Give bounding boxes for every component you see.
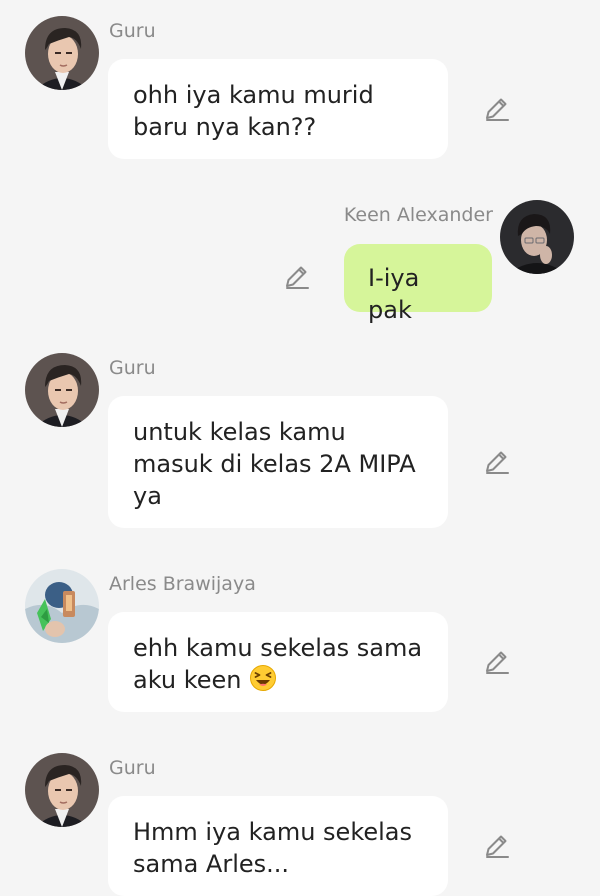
avatar[interactable] [25, 353, 99, 427]
sender-name: Guru [109, 20, 156, 42]
avatar[interactable] [500, 200, 574, 274]
message-text: Hmm iya kamu sekelas sama Arles... [133, 818, 412, 878]
edit-pencil-icon[interactable] [483, 649, 511, 677]
edit-pencil-icon[interactable] [483, 96, 511, 124]
sender-name: Guru [109, 357, 156, 379]
sender-name: Keen Alexander [343, 204, 493, 226]
edit-pencil-icon[interactable] [283, 264, 311, 292]
message-text: ohh iya kamu murid baru nya kan?? [133, 81, 374, 141]
message-text: ehh kamu sekelas sama aku keen [133, 634, 423, 694]
chat-thread: Guru ohh iya kamu murid baru nya kan?? K… [0, 0, 600, 896]
sender-name: Guru [109, 757, 156, 779]
avatar[interactable] [25, 569, 99, 643]
message-bubble[interactable]: untuk kelas kamu masuk di kelas 2A MIPA … [108, 396, 448, 528]
message-text: I-iya pak [368, 264, 420, 324]
message-bubble[interactable]: Hmm iya kamu sekelas sama Arles... [108, 796, 448, 896]
edit-pencil-icon[interactable] [483, 449, 511, 477]
message-bubble[interactable]: I-iya pak [344, 244, 492, 324]
message-bubble[interactable]: ehh kamu sekelas sama aku keen [108, 612, 448, 712]
message-bubble[interactable]: ohh iya kamu murid baru nya kan?? [108, 59, 448, 159]
avatar[interactable] [25, 753, 99, 827]
message-text: untuk kelas kamu masuk di kelas 2A MIPA … [133, 418, 416, 510]
sender-name: Arles Brawijaya [109, 573, 256, 595]
laughing-squint-emoji-icon [249, 664, 277, 692]
edit-pencil-icon[interactable] [483, 833, 511, 861]
avatar[interactable] [25, 16, 99, 90]
